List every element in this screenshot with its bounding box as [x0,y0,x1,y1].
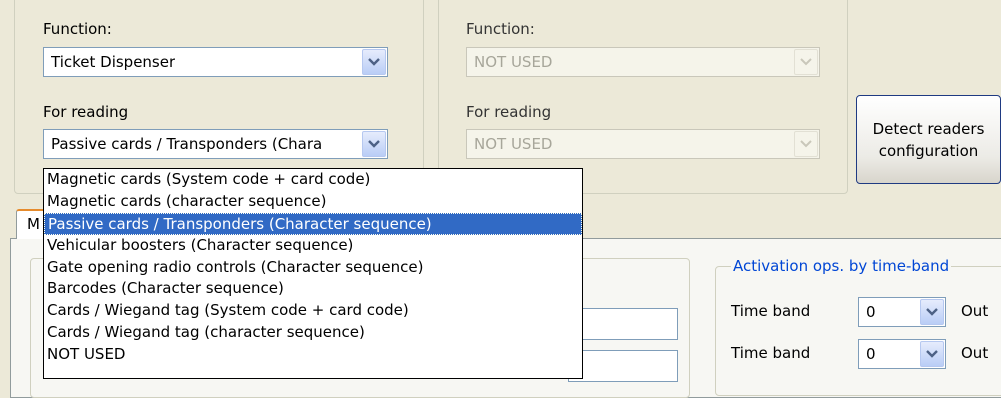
reader-2-function-select[interactable]: NOT USED [466,47,820,77]
tab-m-label: M [27,215,40,233]
reader-2-function-value: NOT USED [474,53,553,71]
reader-2-reading-value: NOT USED [474,135,553,153]
time-band-select[interactable]: 0 [858,339,946,369]
time-band-select[interactable]: 0 [858,297,946,327]
dropdown-option[interactable]: NOT USED [44,344,582,366]
dropdown-option[interactable]: Gate opening radio controls (Character s… [44,257,582,279]
chevron-down-icon[interactable] [362,131,386,157]
chevron-down-icon[interactable] [794,131,818,157]
dropdown-option[interactable]: Barcodes (Character sequence) [44,278,582,300]
dropdown-option[interactable]: Magnetic cards (System code + card code) [44,169,582,191]
activation-legend: Activation ops. by time-band [731,257,952,275]
reader-1-reading-label: For reading [43,103,129,121]
chevron-down-icon[interactable] [920,341,944,367]
chevron-down-icon[interactable] [920,299,944,325]
detect-readers-label-line-2: configuration [878,141,979,160]
activation-group [715,266,1001,396]
time-band-label: Time band [731,302,811,320]
reader-1-reading-value: Passive cards / Transponders (Chara [51,135,323,153]
reader-2-reading-label: For reading [466,103,552,121]
out-label: Out [961,344,989,362]
reading-dropdown-list: Magnetic cards (System code + card code)… [43,168,583,379]
time-band-value: 0 [866,303,876,321]
text-field-1[interactable] [568,308,678,340]
detect-readers-button[interactable]: Detect readers configuration [856,95,1001,184]
dropdown-option-selected[interactable]: Passive cards / Transponders (Character … [44,212,582,235]
dropdown-option[interactable]: Magnetic cards (character sequence) [44,191,582,213]
reader-1-function-value: Ticket Dispenser [51,53,176,71]
text-field-2[interactable] [568,350,678,382]
dropdown-option[interactable]: Cards / Wiegand tag (character sequence) [44,322,582,344]
dropdown-option[interactable]: Cards / Wiegand tag (System code + card … [44,300,582,322]
out-label: Out [961,302,989,320]
tab-m[interactable]: M [16,209,46,239]
reader-2-function-label: Function: [466,20,535,38]
reader-2-reading-select[interactable]: NOT USED [466,129,820,159]
dropdown-option[interactable]: Vehicular boosters (Character sequence) [44,235,582,257]
time-band-label: Time band [731,344,811,362]
chevron-down-icon[interactable] [362,49,386,75]
reader-1-reading-select[interactable]: Passive cards / Transponders (Chara [43,129,388,159]
detect-readers-label-line-1: Detect readers [872,119,985,138]
reader-1-function-label: Function: [43,20,112,38]
chevron-down-icon[interactable] [794,49,818,75]
time-band-value: 0 [866,345,876,363]
reader-1-function-select[interactable]: Ticket Dispenser [43,47,388,77]
